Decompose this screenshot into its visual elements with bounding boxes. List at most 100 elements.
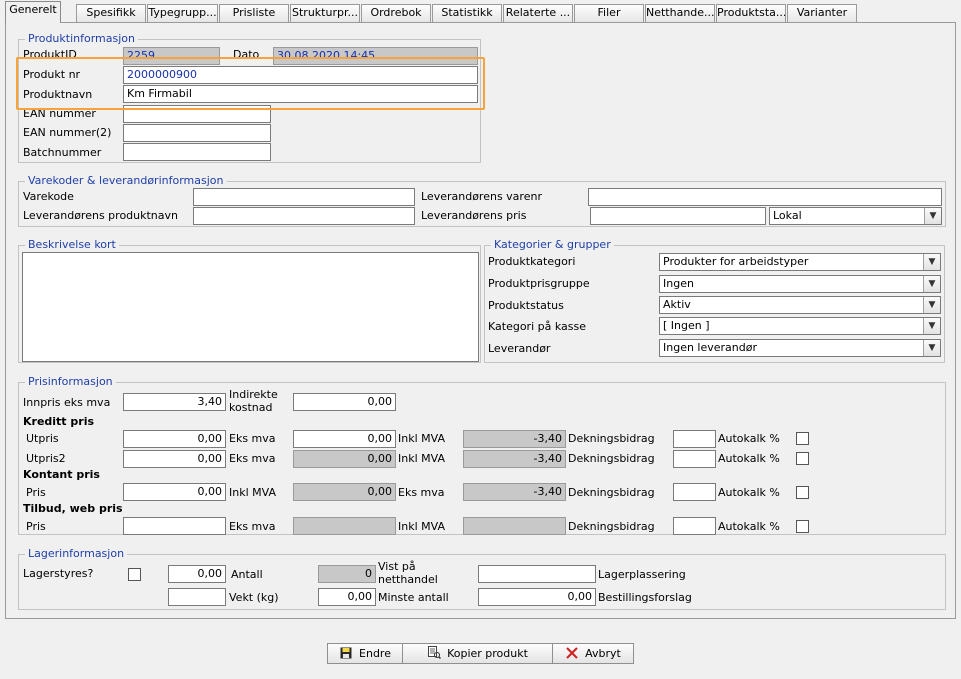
lagerstyres-label: Lagerstyres? xyxy=(23,567,94,580)
copy-icon xyxy=(427,644,441,663)
produktid-field: 2259 xyxy=(123,47,220,65)
tilbud-db-field[interactable] xyxy=(673,517,716,535)
antall-field[interactable]: 0,00 xyxy=(168,565,226,583)
utpris2-field[interactable]: 0,00 xyxy=(123,450,226,468)
utpris-field[interactable]: 0,00 xyxy=(123,430,226,448)
vekt-field[interactable] xyxy=(168,588,226,606)
produktkategori-value: Produkter for arbeidstyper xyxy=(663,255,809,268)
levvarenr-field[interactable] xyxy=(588,188,942,206)
tilbud-eks-field xyxy=(293,517,396,535)
produktstatus-select[interactable]: Aktiv ▼ xyxy=(659,296,941,314)
levprodnavn-field[interactable] xyxy=(193,207,415,225)
utpris2-eks-label: Eks mva xyxy=(229,452,276,465)
chevron-down-icon[interactable]: ▼ xyxy=(923,297,940,313)
tab-strukturprodukt[interactable]: Strukturpr... xyxy=(290,4,360,22)
tab-ordrebok[interactable]: Ordrebok xyxy=(361,4,431,22)
tab-generelt[interactable]: Generelt xyxy=(5,1,61,23)
kategori-kasse-value: [ Ingen ] xyxy=(663,319,710,332)
ean-field[interactable] xyxy=(123,105,271,123)
produktnr-label: Produkt nr xyxy=(23,68,81,81)
produktid-label: ProduktID xyxy=(23,48,77,61)
kontant-eks-label: Eks mva xyxy=(398,486,445,499)
produktprisgruppe-select[interactable]: Ingen ▼ xyxy=(659,275,941,293)
vist-label-2: netthandel xyxy=(378,573,438,586)
utpris-label: Utpris xyxy=(26,432,59,445)
innpris-field[interactable]: 3,40 xyxy=(123,393,226,411)
chevron-down-icon[interactable]: ▼ xyxy=(923,340,940,356)
prisinformasjon-legend: Prisinformasjon xyxy=(25,375,116,389)
kontant-db-field[interactable] xyxy=(673,483,716,501)
utpris2-eks-field: 0,00 xyxy=(293,450,396,468)
beskrivelse-textarea[interactable] xyxy=(22,252,479,362)
produktkategori-label: Produktkategori xyxy=(488,255,576,268)
utpris-autokalk-checkbox[interactable] xyxy=(796,432,809,445)
produktnr-field[interactable]: 2000000900 xyxy=(123,66,478,84)
indirekte-field[interactable]: 0,00 xyxy=(293,393,396,411)
kopier-produkt-button[interactable]: Kopier produkt xyxy=(402,643,553,664)
tab-spesifikk[interactable]: Spesifikk xyxy=(76,4,146,22)
produktinformasjon-legend: Produktinformasjon xyxy=(25,32,138,46)
tab-varianter[interactable]: Varianter xyxy=(787,4,857,22)
varekode-label: Varekode xyxy=(23,190,74,203)
utpris2-db-field[interactable] xyxy=(673,450,716,468)
chevron-down-icon[interactable]: ▼ xyxy=(923,254,940,270)
produktnavn-field[interactable]: Km Firmabil xyxy=(123,85,478,103)
lagerplassering-field[interactable] xyxy=(478,565,596,583)
kontant-eks-field: -3,40 xyxy=(463,483,566,501)
valuta-select[interactable]: Lokal ▼ xyxy=(769,207,942,225)
lagerstyres-checkbox[interactable] xyxy=(128,568,141,581)
kategori-kasse-select[interactable]: [ Ingen ] ▼ xyxy=(659,317,941,335)
avbryt-label: Avbryt xyxy=(585,647,621,660)
ean2-label: EAN nummer(2) xyxy=(23,126,112,139)
batch-field[interactable] xyxy=(123,143,271,161)
utpris-eks-field[interactable]: 0,00 xyxy=(293,430,396,448)
lagerinformasjon-legend: Lagerinformasjon xyxy=(25,547,128,561)
tilbud-autokalk-checkbox[interactable] xyxy=(796,520,809,533)
kontant-db-label: Dekningsbidrag xyxy=(568,486,655,499)
save-icon xyxy=(339,644,353,663)
levpris-label: Leverandørens pris xyxy=(421,209,527,222)
utpris-autokalk-label: Autokalk % xyxy=(718,432,780,445)
tab-filer[interactable]: Filer xyxy=(574,4,644,22)
tab-typegrupper[interactable]: Typegrupp... xyxy=(147,4,218,22)
utpris2-inkl-label: Inkl MVA xyxy=(398,452,445,465)
minste-antall-field[interactable]: 0,00 xyxy=(318,588,376,606)
tab-relaterte[interactable]: Relaterte ... xyxy=(503,4,573,22)
antall-readonly-field: 0 xyxy=(318,565,376,583)
ean-label: EAN nummer xyxy=(23,107,96,120)
kontant-pris-field[interactable]: 0,00 xyxy=(123,483,226,501)
kontant-autokalk-checkbox[interactable] xyxy=(796,486,809,499)
levpris-field[interactable] xyxy=(590,207,766,225)
tab-prisliste[interactable]: Prisliste xyxy=(219,4,289,22)
batch-label: Batchnummer xyxy=(23,146,102,159)
utpris-db-field[interactable] xyxy=(673,430,716,448)
tab-statistikk[interactable]: Statistikk xyxy=(432,4,502,22)
tilbud-pris-field[interactable] xyxy=(123,517,226,535)
produktnavn-label: Produktnavn xyxy=(23,88,93,101)
produktstatus-label: Produktstatus xyxy=(488,299,564,312)
endre-button[interactable]: Endre xyxy=(327,643,403,664)
chevron-down-icon[interactable]: ▼ xyxy=(923,276,940,292)
produktkategori-select[interactable]: Produkter for arbeidstyper ▼ xyxy=(659,253,941,271)
minste-antall-label: Minste antall xyxy=(378,591,449,604)
produktstatus-value: Aktiv xyxy=(663,298,691,311)
chevron-down-icon[interactable]: ▼ xyxy=(923,318,940,334)
cancel-icon xyxy=(565,644,579,663)
bestillingsforslag-field[interactable]: 0,00 xyxy=(478,588,596,606)
ean2-field[interactable] xyxy=(123,124,271,142)
varekode-field[interactable] xyxy=(193,188,415,206)
indirekte-label-2: kostnad xyxy=(229,401,273,414)
tilbud-inkl-label: Inkl MVA xyxy=(398,520,445,533)
utpris2-autokalk-label: Autokalk % xyxy=(718,452,780,465)
antall-label: Antall xyxy=(231,568,263,581)
utpris-inkl-field: -3,40 xyxy=(463,430,566,448)
avbryt-button[interactable]: Avbryt xyxy=(552,643,634,664)
chevron-down-icon[interactable]: ▼ xyxy=(924,208,941,224)
tab-netthandel[interactable]: Netthande... xyxy=(645,4,715,22)
leverandor-select[interactable]: Ingen leverandør ▼ xyxy=(659,339,941,357)
tab-produktstatus[interactable]: Produktsta... xyxy=(716,4,786,22)
tilbud-pris-label: Pris xyxy=(26,520,46,533)
tilbud-inkl-field xyxy=(463,517,566,535)
utpris2-autokalk-checkbox[interactable] xyxy=(796,452,809,465)
levvarenr-label: Leverandørens varenr xyxy=(421,190,542,203)
